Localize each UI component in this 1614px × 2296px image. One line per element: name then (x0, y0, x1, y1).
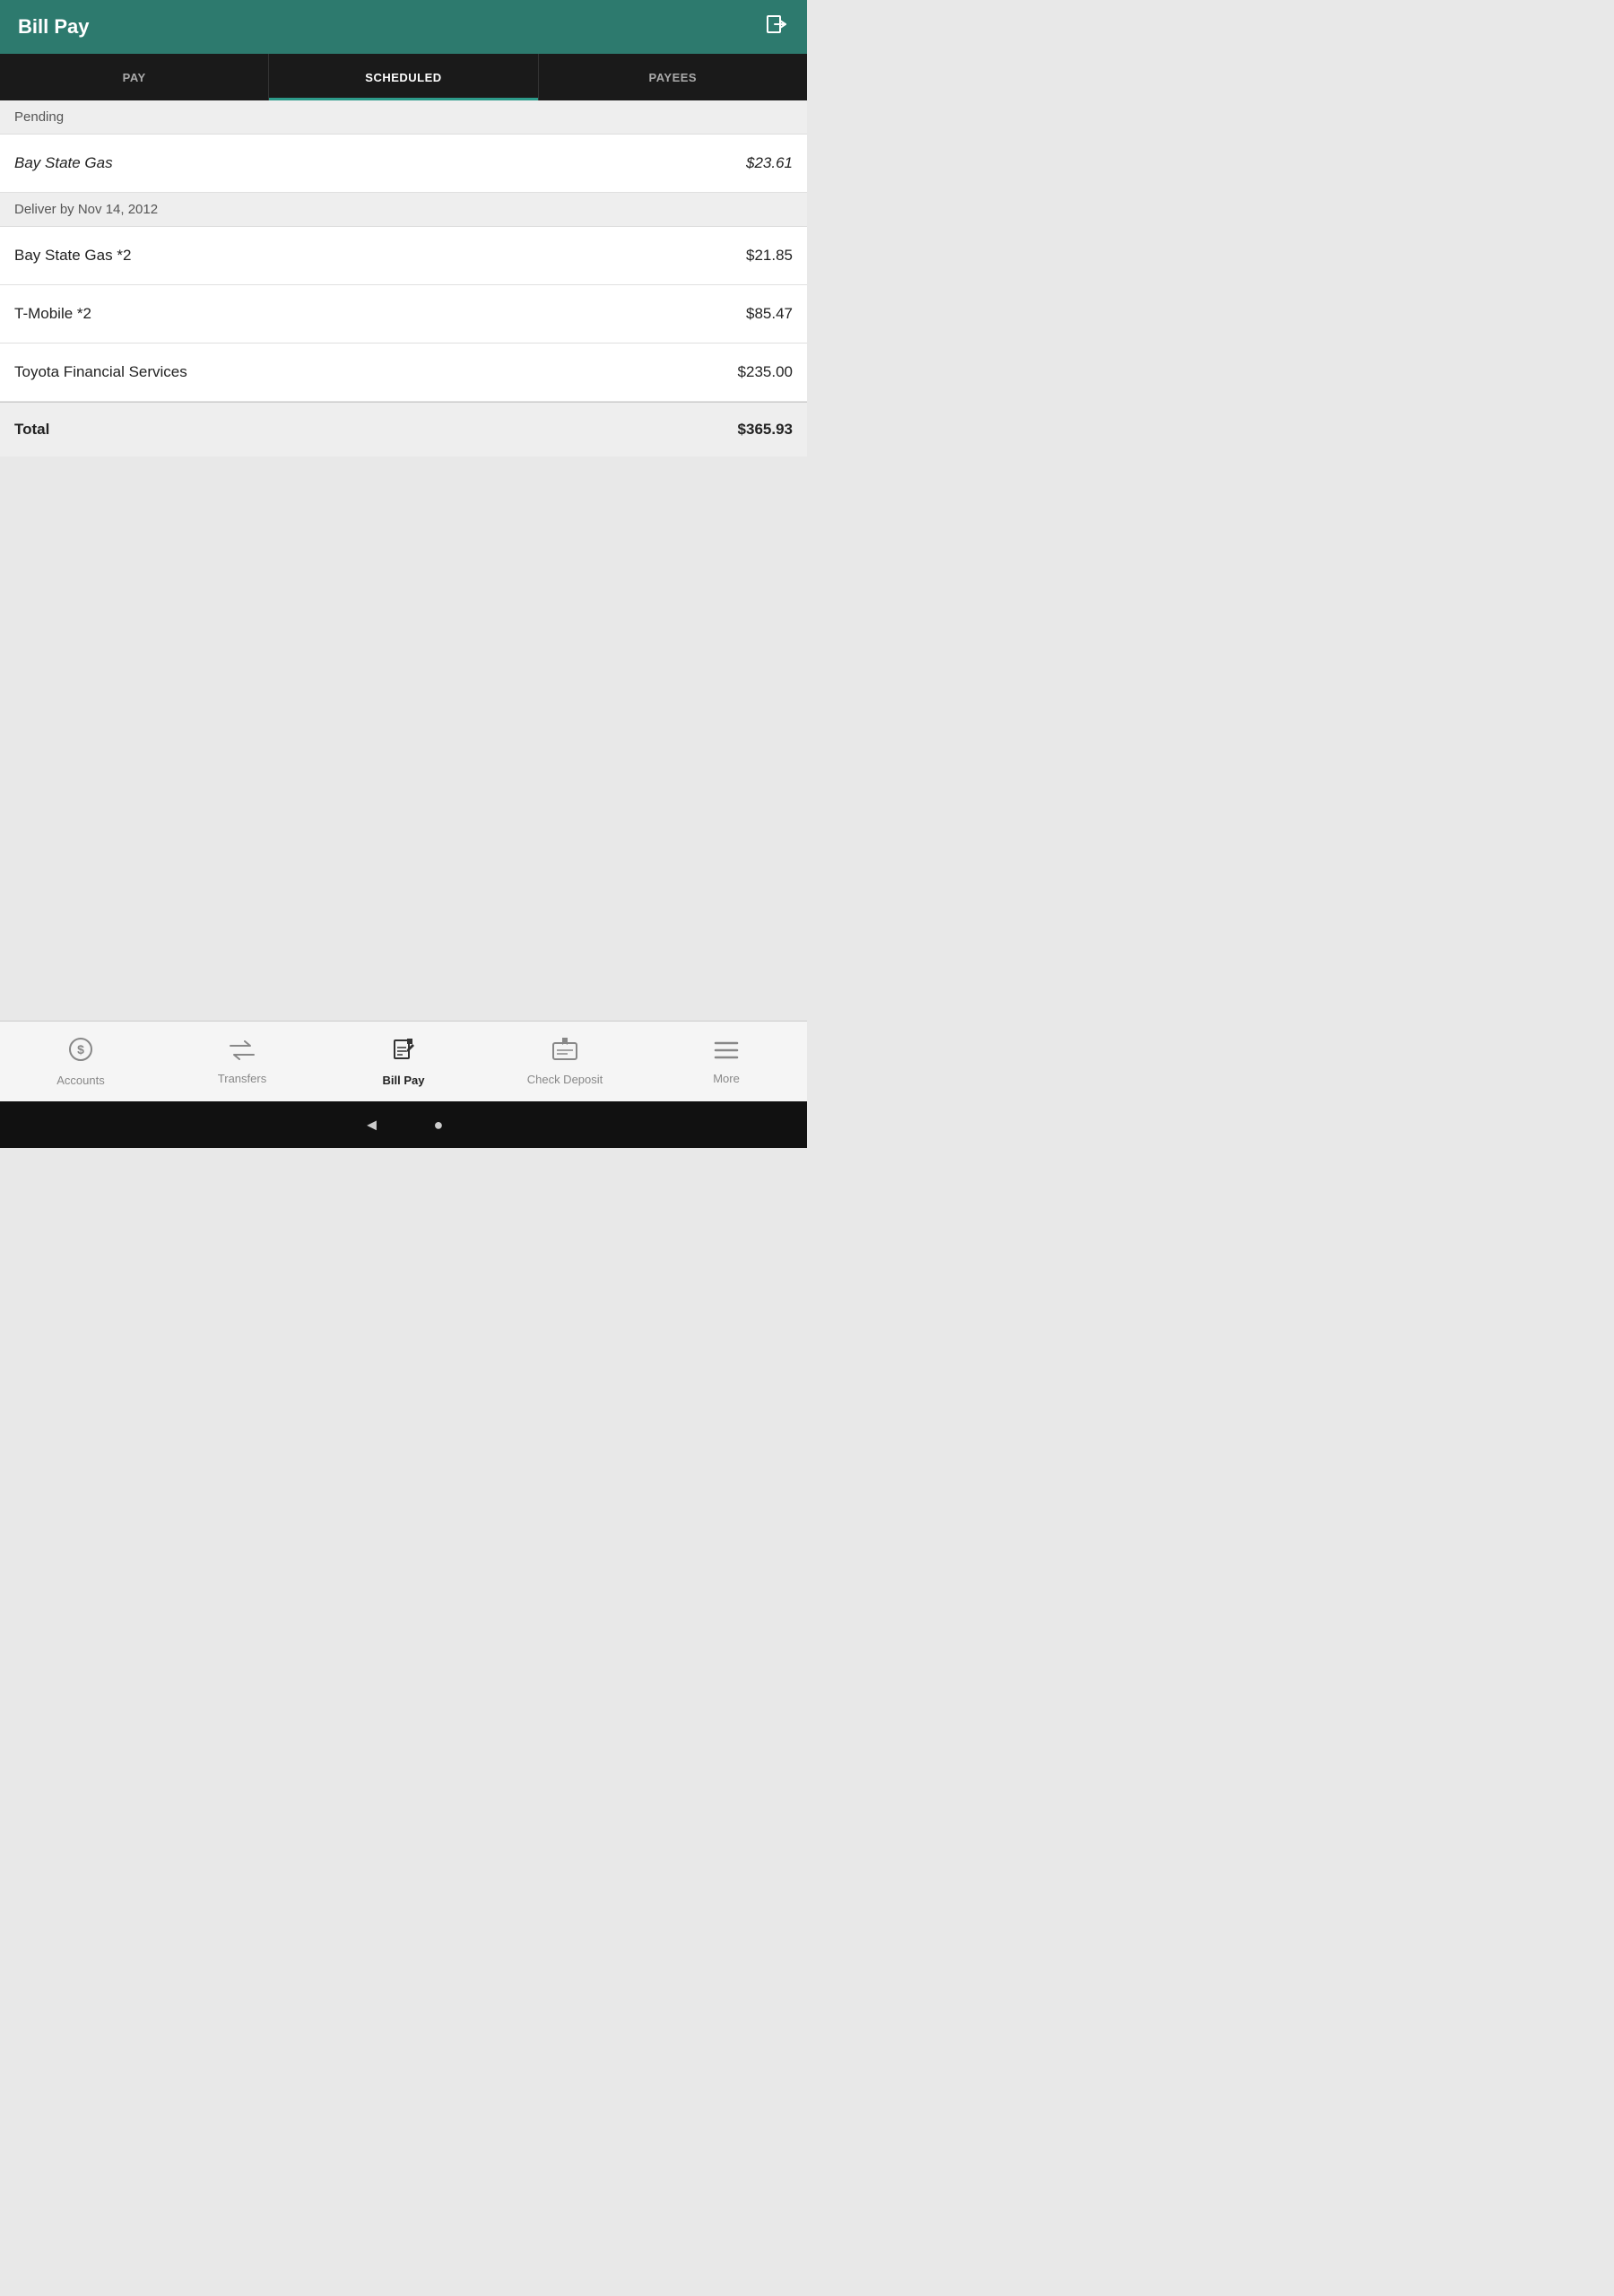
list-item[interactable]: Bay State Gas *2 $21.85 (0, 227, 807, 285)
nav-checkdeposit[interactable]: Check Deposit (484, 1022, 646, 1101)
section-header-pending: Pending (0, 100, 807, 135)
app-header: Bill Pay (0, 0, 807, 54)
list-item[interactable]: Toyota Financial Services $235.00 (0, 344, 807, 402)
total-row: Total $365.93 (0, 402, 807, 457)
more-icon (714, 1039, 739, 1066)
item-name: Bay State Gas (14, 154, 113, 172)
item-name: T-Mobile *2 (14, 305, 91, 323)
item-amount: $23.61 (746, 154, 793, 172)
item-amount: $21.85 (746, 247, 793, 265)
nav-more-label: More (713, 1072, 740, 1085)
nav-more[interactable]: More (646, 1022, 807, 1101)
nav-accounts[interactable]: $ Accounts (0, 1022, 161, 1101)
nav-transfers[interactable]: Transfers (161, 1022, 323, 1101)
back-button[interactable]: ◄ (364, 1116, 380, 1135)
nav-checkdeposit-label: Check Deposit (527, 1073, 603, 1086)
total-amount: $365.93 (738, 421, 793, 439)
item-amount: $235.00 (738, 363, 793, 381)
system-bar: ◄ ● (0, 1101, 807, 1148)
billpay-icon (391, 1037, 416, 1068)
transfers-icon (229, 1039, 256, 1066)
home-button[interactable]: ● (433, 1116, 443, 1135)
section-header-deliver-by: Deliver by Nov 14, 2012 (0, 193, 807, 227)
list-item[interactable]: Bay State Gas $23.61 (0, 135, 807, 193)
total-label: Total (14, 421, 49, 439)
nav-accounts-label: Accounts (56, 1074, 104, 1087)
svg-text:$: $ (77, 1042, 84, 1057)
item-amount: $85.47 (746, 305, 793, 323)
nav-billpay[interactable]: Bill Pay (323, 1022, 484, 1101)
content-area: Pending Bay State Gas $23.61 Deliver by … (0, 100, 807, 457)
accounts-icon: $ (68, 1037, 93, 1068)
logout-icon[interactable] (766, 13, 789, 41)
empty-area (0, 457, 807, 1015)
item-name: Bay State Gas *2 (14, 247, 131, 265)
item-name: Toyota Financial Services (14, 363, 187, 381)
bottom-nav: $ Accounts Transfers (0, 1021, 807, 1101)
tab-pay[interactable]: PAY (0, 54, 269, 100)
checkdeposit-icon (551, 1038, 578, 1067)
list-item[interactable]: T-Mobile *2 $85.47 (0, 285, 807, 344)
nav-billpay-label: Bill Pay (383, 1074, 425, 1087)
page-title: Bill Pay (18, 15, 89, 39)
tab-scheduled[interactable]: SCHEDULED (269, 54, 538, 100)
nav-transfers-label: Transfers (218, 1072, 266, 1085)
tab-bar: PAY SCHEDULED PAYEES (0, 54, 807, 100)
tab-payees[interactable]: PAYEES (539, 54, 807, 100)
